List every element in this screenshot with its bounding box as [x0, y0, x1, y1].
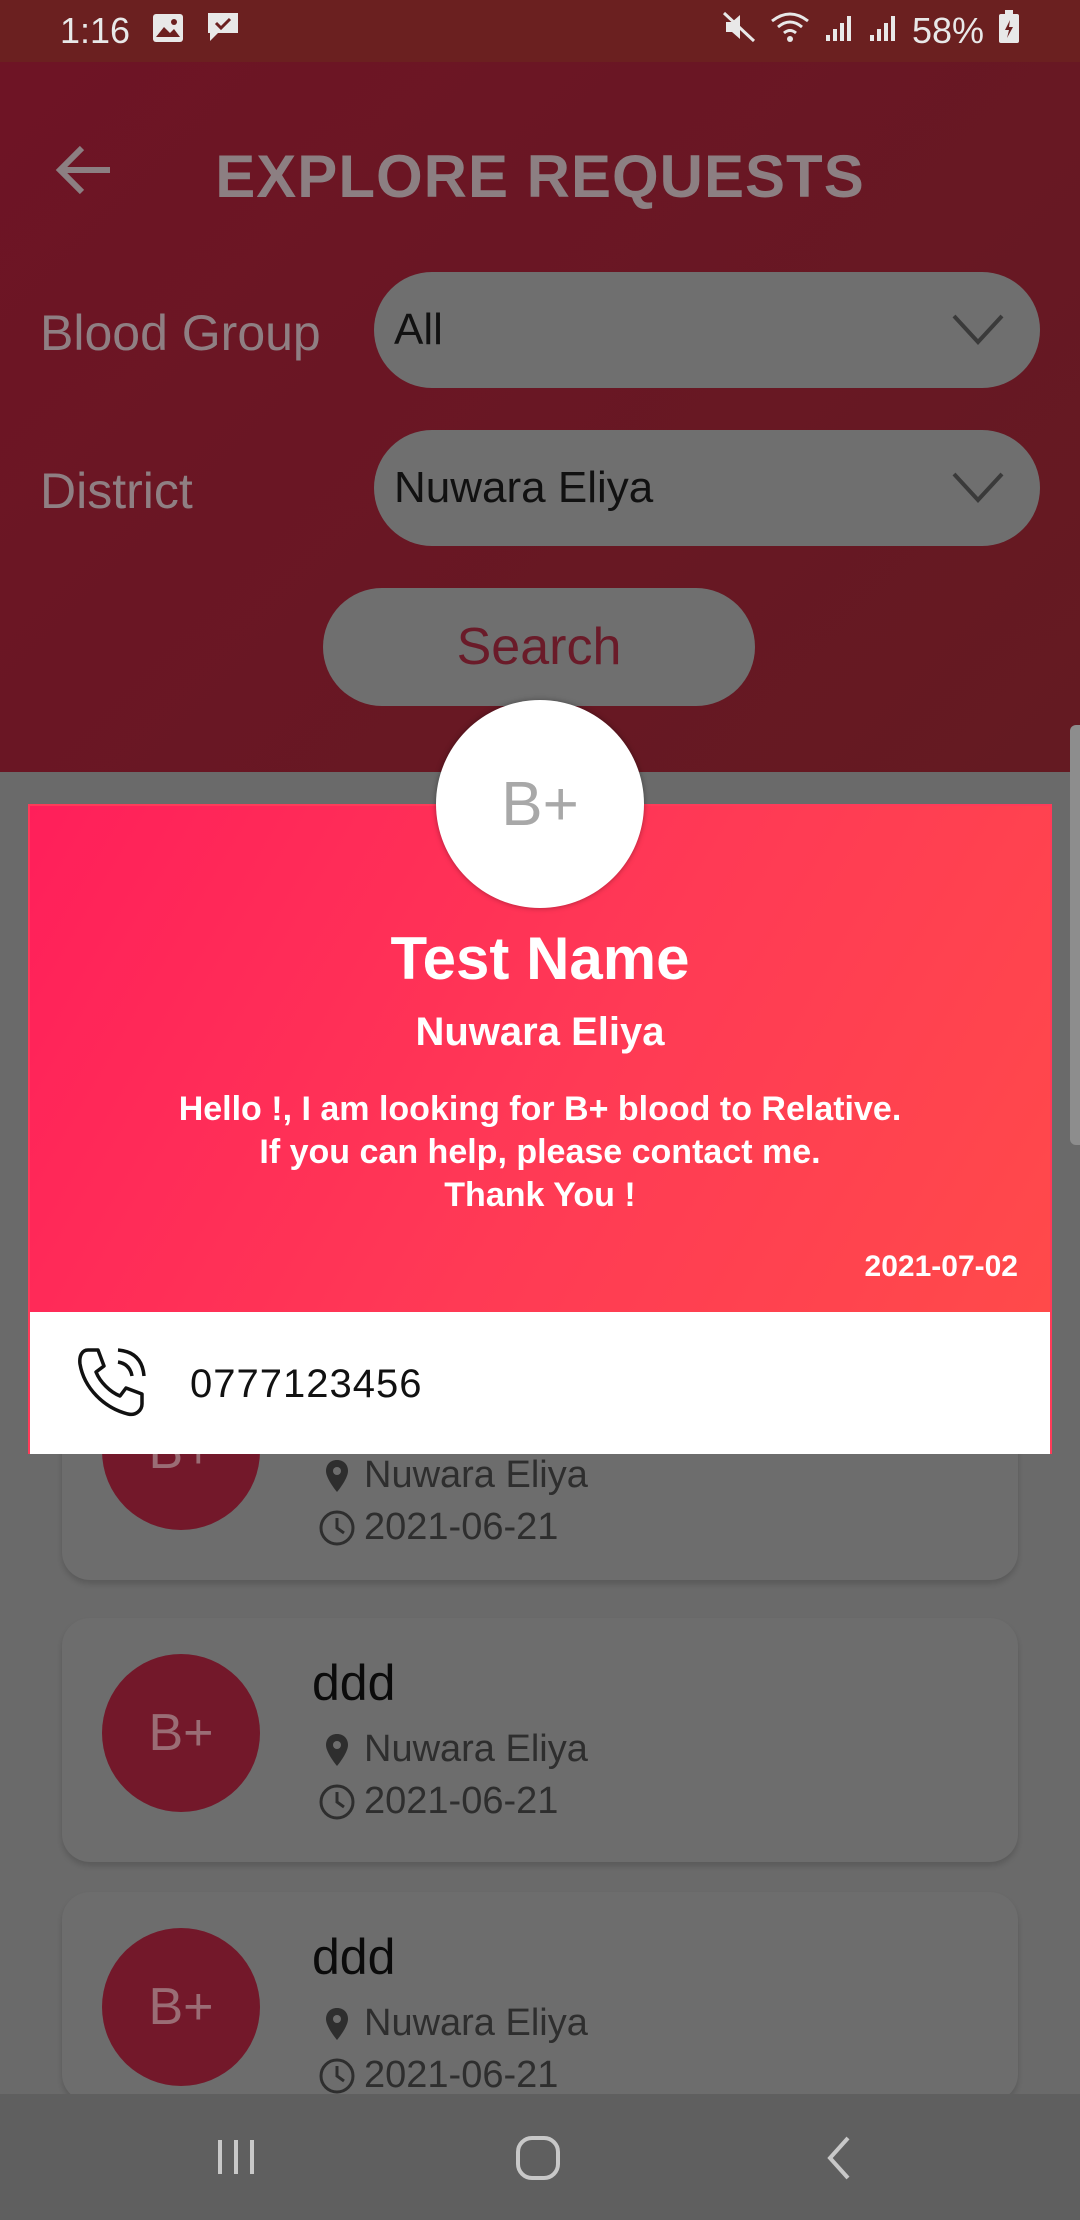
list-item-district: Nuwara Eliya	[318, 1728, 588, 1771]
status-time: 1:16	[60, 10, 131, 51]
recent-apps-button[interactable]	[206, 2130, 266, 2186]
signal-icon	[868, 10, 898, 52]
battery-icon	[998, 9, 1020, 53]
message-icon	[206, 10, 240, 52]
phone-icon[interactable]	[70, 1342, 152, 1424]
list-item-name: ddd	[312, 1929, 396, 1985]
clock-icon	[319, 1784, 355, 1819]
battery-percent: 58%	[911, 10, 984, 51]
chevron-down-icon	[952, 314, 1004, 345]
list-item[interactable]: B+ ddd Nuwara Eliya 2021-06-21	[62, 1618, 1018, 1862]
phone-number[interactable]: 0777123456	[190, 1362, 422, 1407]
location-pin-icon	[326, 2007, 348, 2040]
search-header: EXPLORE REQUESTS Blood Group All Distric…	[0, 62, 1080, 772]
clock-icon	[319, 1510, 355, 1545]
requester-name: Test Name	[390, 925, 690, 992]
avatar: B+	[102, 1654, 260, 1812]
back-button[interactable]	[810, 2130, 870, 2186]
list-item-district: Nuwara Eliya	[318, 1454, 588, 1497]
blood-group-label: Blood Group	[40, 305, 321, 361]
list-item-district: Nuwara Eliya	[318, 2002, 588, 2045]
district-value: Nuwara Eliya	[394, 463, 654, 512]
district-select[interactable]: Nuwara Eliya	[374, 430, 1040, 546]
search-button[interactable]: Search	[323, 588, 755, 706]
requester-district: Nuwara Eliya	[415, 1010, 665, 1054]
status-bar: 1:16 58%	[0, 0, 1080, 62]
location-pin-icon	[326, 1733, 348, 1766]
wifi-icon	[770, 10, 810, 52]
request-date: 2021-07-02	[864, 1250, 1018, 1283]
location-pin-icon	[326, 1459, 348, 1492]
mute-icon	[722, 10, 756, 52]
list-item-date: 2021-06-21	[318, 1506, 558, 1549]
blood-group-value: All	[394, 305, 443, 354]
blood-group-select[interactable]: All	[374, 272, 1040, 388]
image-icon	[152, 10, 184, 52]
chevron-down-icon	[952, 472, 1004, 503]
system-nav-bar	[0, 2094, 1080, 2220]
blood-type-avatar: B+	[436, 700, 644, 908]
list-item-name: ddd	[312, 1655, 396, 1711]
avatar: B+	[102, 1928, 260, 2086]
list-item[interactable]: B+ ddd Nuwara Eliya 2021-06-21	[62, 1892, 1018, 2102]
home-button[interactable]	[508, 2130, 568, 2186]
phone-row[interactable]: 0777123456	[30, 1312, 1050, 1454]
scrollbar[interactable]	[1070, 725, 1080, 1145]
request-message: Hello !, I am looking for B+ blood to Re…	[178, 1090, 902, 1214]
district-label: District	[40, 463, 193, 519]
clock-icon	[319, 2058, 355, 2093]
signal-icon	[824, 10, 854, 52]
list-item-date: 2021-06-21	[318, 2054, 558, 2097]
page-title: EXPLORE REQUESTS	[215, 143, 865, 210]
list-item-date: 2021-06-21	[318, 1780, 558, 1823]
